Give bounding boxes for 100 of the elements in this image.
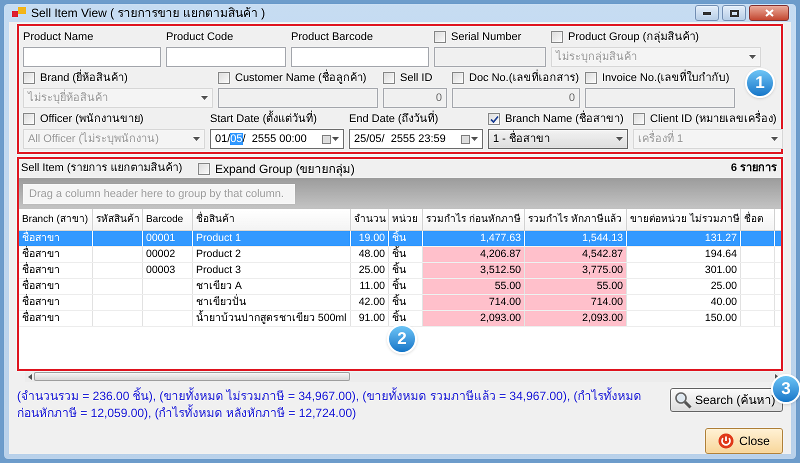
field-label: Product Barcode [291,30,373,45]
table-cell: Product 3 [193,263,351,278]
column-header[interactable]: รวมกำไร ก่อนหักภาษี [423,209,525,230]
text-field[interactable] [291,47,429,67]
table-cell: น้ำยาบ้วนปากสูตรชาเขียว 500ml [193,311,351,326]
column-header[interactable]: ชื่อสินค้า [193,209,351,230]
expand-group-label: Expand Group (ขยายกลุ่ม) [215,160,355,178]
field-label: Customer Name (ชื่อลูกค้า) [235,70,366,86]
text-field[interactable] [23,47,161,67]
checkbox[interactable] [198,162,210,174]
checkbox[interactable] [218,72,230,84]
column-header[interactable]: Branch (สาขา) [19,209,93,230]
table-cell: 1,477.63 [423,231,525,246]
checkbox[interactable] [23,113,35,125]
caret-icon [616,137,623,141]
table-cell: 714.00 [525,295,627,310]
table-cell: 91.00 [351,311,389,326]
close-icon [764,9,774,17]
column-header[interactable]: จำนวน [351,209,389,230]
table-cell: ชื่อสาขา [19,263,93,278]
table-cell: ชื่อสาขา [19,279,93,294]
text-field[interactable] [585,88,735,108]
checkbox[interactable] [452,72,464,84]
table-row[interactable]: ชื่อสาขา 00002 Product 2 48.00 ชิ้น 4,206.87 4,542.87 194.64 [19,247,781,263]
column-header[interactable]: รหัสสินค้า [93,209,143,230]
window-title: Sell Item View ( รายการขาย แยกตามสินค้า ) [31,5,266,22]
table-cell: Product 2 [193,247,351,262]
scroll-thumb[interactable] [34,372,350,381]
table-row[interactable]: ชื่อสาขา ชาเขียวปั่น 42.00 ชิ้น 714.00 714.00 40.00 [19,295,781,311]
summary-text: (จำนวนรวม = 236.00 ชิ้น), (ขายทั้งหมด ไม่รวมภาษี = 34,967.00), (ขายทั้งหมด รวมภาษีแล้ว = 34,967.00), (กำไรทั้งหมด ก่อนหักภาษี = 12,059.00), (กำไรทั้งหมด หลังหักภาษี = 12,724.00) [17,388,642,422]
column-header[interactable]: รวมกำไร หักภาษีแล้ว [525,209,627,230]
table-cell: 11.00 [351,279,389,294]
table-cell: 00002 [143,247,193,262]
table-cell: 48.00 [351,247,389,262]
column-header[interactable]: ชื่อต [741,209,775,230]
grid-title: Sell Item (รายการ แยกตามสินค้า) [21,161,184,176]
column-header[interactable]: หน่วย [389,209,423,230]
caret-icon [201,96,208,100]
table-cell: 150.00 [627,311,741,326]
table-cell: 40.00 [627,295,741,310]
minimize-button[interactable] [695,5,719,21]
maximize-button[interactable] [722,5,746,21]
table-cell: 131.27 [627,231,741,246]
text-field[interactable]: 0 [383,88,447,108]
field-label: Invoice No.(เลขที่ใบกำกับ) [602,70,730,86]
text-field[interactable] [166,47,286,67]
table-cell: ชื่อสาขา [19,295,93,310]
field-label: End Date (ถึงวันที่) [349,110,438,127]
check-icon [490,114,498,124]
field-label: Serial Number [451,30,522,45]
table-row[interactable]: ชื่อสาขา น้ำยาบ้วนปากสูตรชาเขียว 500ml 91.00 ชิ้น 2,093.00 2,093.00 150.00 [19,311,781,327]
search-button[interactable]: Search (ค้นหา) [670,388,783,412]
caret-icon [771,137,778,141]
table-cell: ชาเขียว A [193,279,351,294]
column-header[interactable]: ขายต่อหน่วย ไม่รวมภาษี [627,209,741,230]
table-cell: 301.00 [627,263,741,278]
caret-icon [332,137,339,141]
checkbox[interactable] [551,31,563,43]
caret-icon [471,137,478,141]
checkbox[interactable] [585,72,597,84]
date-field[interactable]: 25/05/ 2555 23:59 [349,129,483,149]
table-cell: ชิ้น [389,231,423,246]
table-cell: 2,093.00 [525,311,627,326]
power-icon [718,433,734,449]
table-cell: 3,512.50 [423,263,525,278]
column-header[interactable]: Barcode [143,209,193,230]
checkbox[interactable] [434,31,446,43]
table-cell: 4,206.87 [423,247,525,262]
table-cell: ชื่อสาขา [19,231,93,246]
checkbox[interactable] [488,113,500,125]
field-label: Client ID (หมายเลขเครื่อง) [650,110,777,127]
table-cell: 19.00 [351,231,389,246]
close-window-button[interactable] [749,5,789,21]
text-field[interactable] [434,47,546,67]
table-cell: 194.64 [627,247,741,262]
table-row[interactable]: ชื่อสาขา ชาเขียว A 11.00 ชิ้น 55.00 55.00 25.00 [19,279,781,295]
table-cell: 00003 [143,263,193,278]
app-icon [12,7,26,19]
calendar-icon [322,134,331,144]
checkbox[interactable] [23,72,35,84]
text-field[interactable]: 0 [452,88,580,108]
text-field[interactable] [218,88,378,108]
horizontal-scrollbar[interactable] [25,371,779,382]
table-cell: 25.00 [351,263,389,278]
checkbox[interactable] [633,113,645,125]
checkbox[interactable] [383,72,395,84]
field-label: Branch Name (ชื่อสาขา) [505,110,624,127]
table-row[interactable]: ชื่อสาขา 00003 Product 3 25.00 ชิ้น 3,512.50 3,775.00 301.00 [19,263,781,279]
caret-icon [193,137,200,141]
table-cell: 4,542.87 [525,247,627,262]
dropdown[interactable]: 1 - ชื่อสาขา [488,129,628,149]
table-cell: 2,093.00 [423,311,525,326]
table-cell: ชื่อสาขา [19,247,93,262]
field-label: Officer (พนักงานขาย) [40,112,144,127]
close-button[interactable]: Close [705,428,783,454]
table-cell: 55.00 [423,279,525,294]
field-label: Doc No.(เลขที่เอกสาร) [469,70,580,86]
scroll-left-icon [28,374,32,380]
field-label: Start Date (ตั้งแต่วันที่) [210,110,317,127]
table-cell: 1,544.13 [525,231,627,246]
